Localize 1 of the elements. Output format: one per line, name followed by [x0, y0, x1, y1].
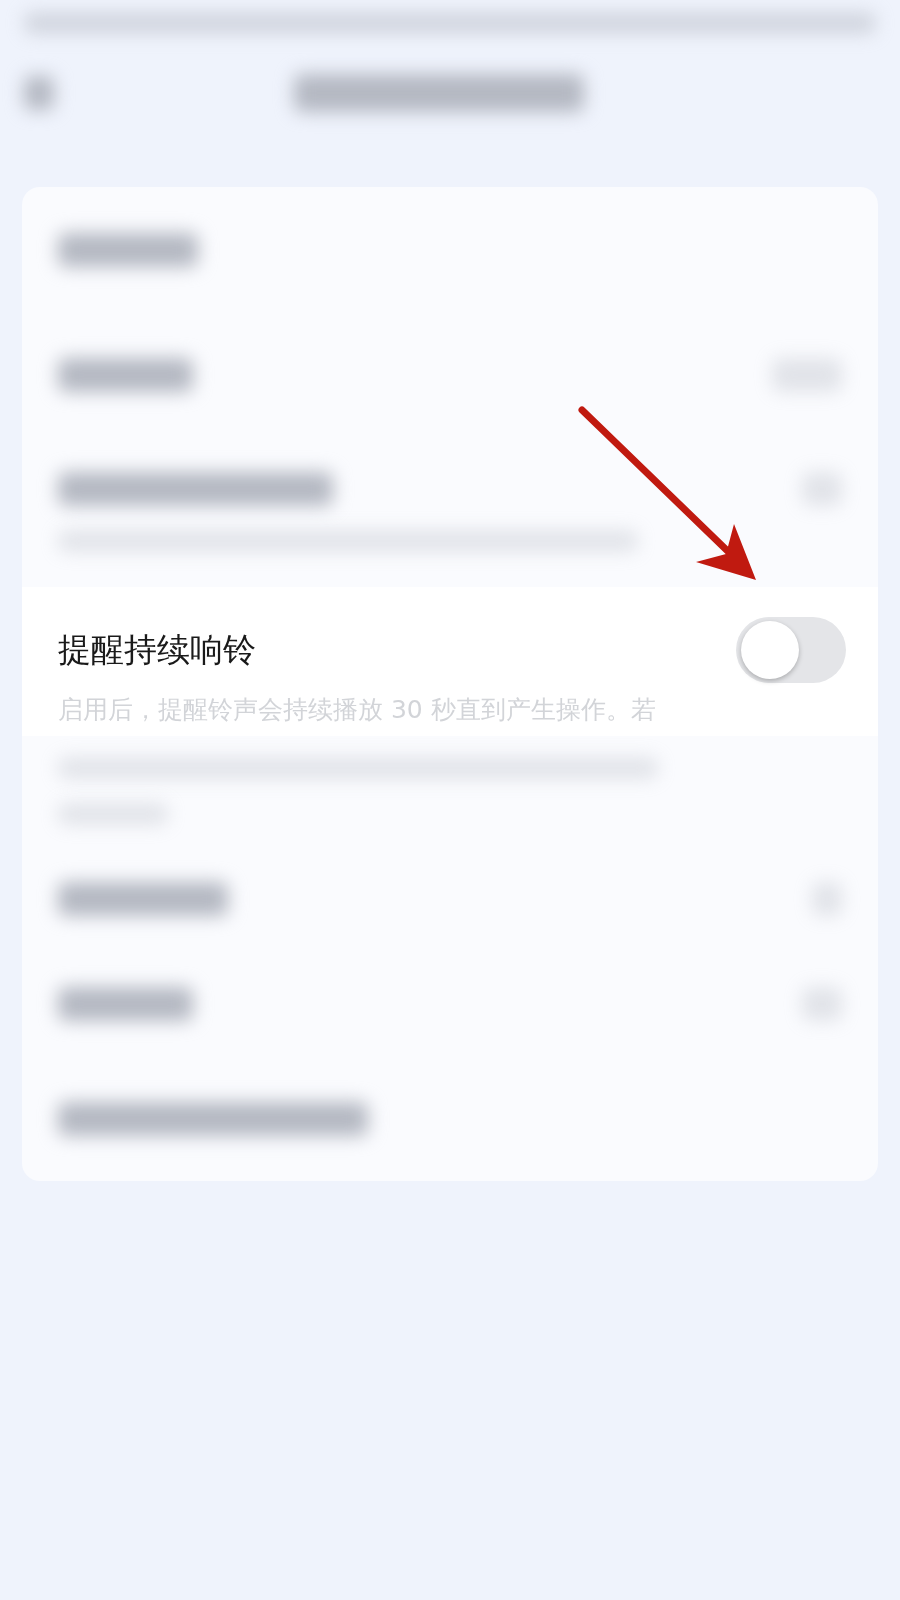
setting-title: 提醒持续响铃 [58, 628, 256, 671]
